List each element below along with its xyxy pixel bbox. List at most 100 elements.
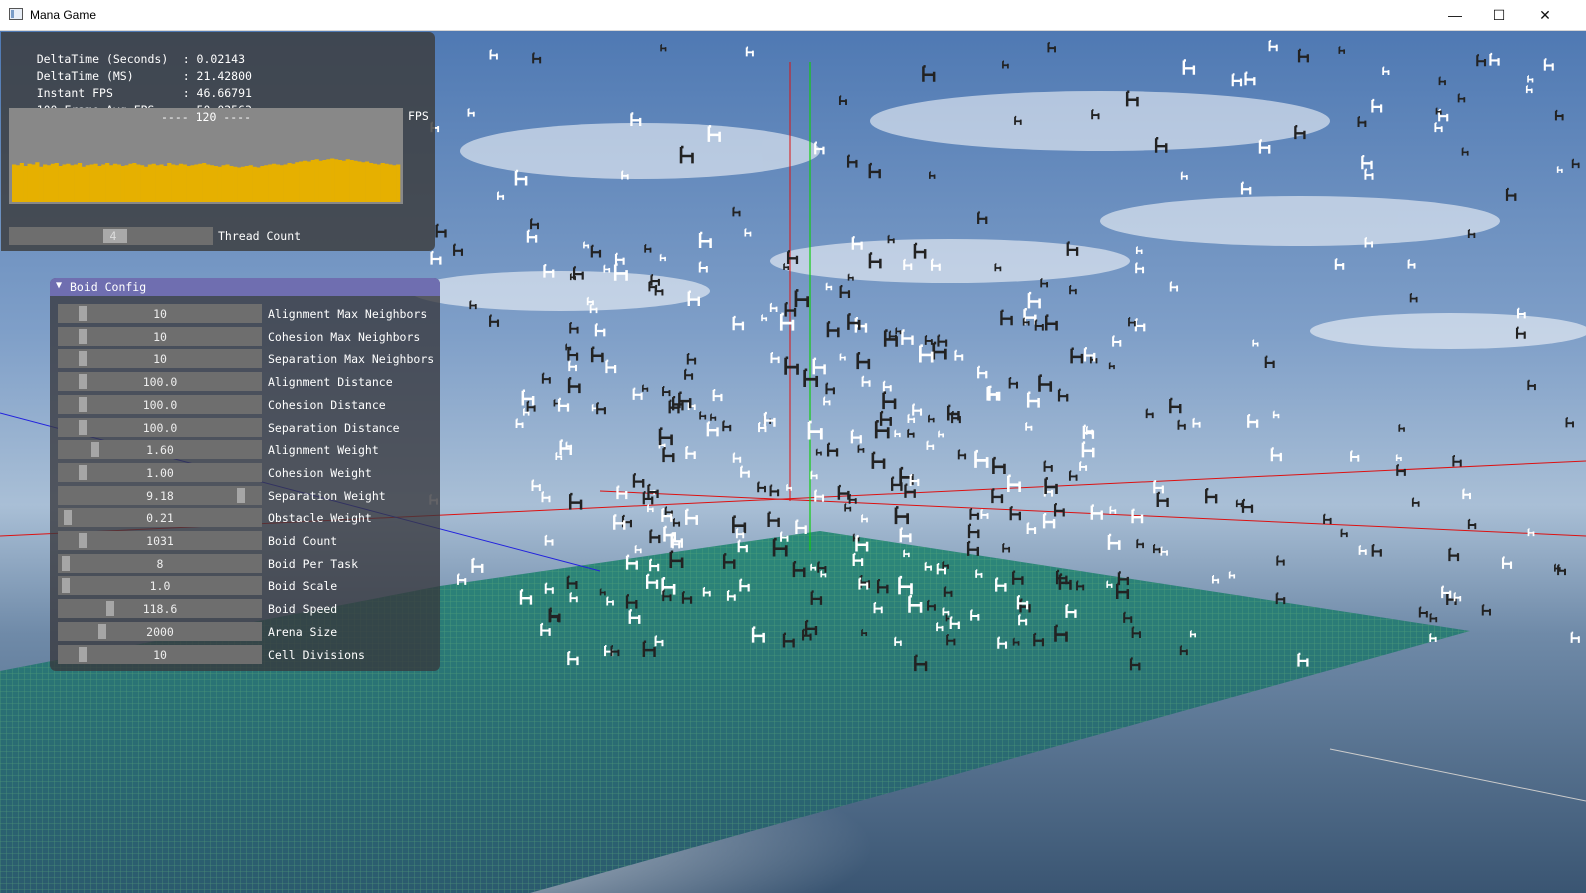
config-value: 118.6 [142, 602, 178, 617]
fps-bar [271, 163, 277, 202]
fps-bar [194, 164, 199, 202]
fps-bar [128, 163, 133, 202]
minimize-button[interactable]: — [1432, 0, 1478, 30]
fps-bar [264, 165, 269, 202]
fps-bar [15, 165, 21, 202]
fps-bar [357, 161, 362, 202]
config-slider[interactable]: 0.21 [58, 508, 262, 528]
config-slider[interactable]: 10 [58, 349, 262, 369]
fps-bar [124, 165, 129, 202]
fps-bar [314, 159, 319, 202]
config-slider[interactable]: 1.0 [58, 576, 262, 596]
config-value: 100.0 [142, 420, 178, 435]
fps-bar [244, 166, 249, 202]
boid-config-title: Boid Config [70, 280, 147, 294]
fps-bar [206, 164, 211, 202]
config-row: 100.0 Cohesion Distance [58, 394, 438, 414]
close-button[interactable]: ✕ [1522, 0, 1568, 30]
config-label: Boid Count [268, 534, 338, 548]
collapse-triangle-icon[interactable]: ▼ [56, 280, 62, 291]
fps-bar [182, 164, 187, 202]
config-slider[interactable]: 100.0 [58, 394, 262, 414]
fps-bar [120, 166, 125, 202]
config-row: 100.0 Alignment Distance [58, 372, 438, 392]
boid-config-header[interactable]: ▼ Boid Config [50, 278, 440, 296]
fps-bar [77, 163, 83, 202]
fps-bar [174, 165, 180, 202]
fps-bar [225, 164, 230, 202]
config-slider[interactable]: 10 [58, 326, 262, 346]
config-value: 10 [153, 352, 167, 367]
fps-bar [217, 166, 222, 202]
config-slider[interactable]: 8 [58, 553, 262, 573]
fps-bar [109, 165, 114, 202]
config-value: 1.0 [149, 579, 171, 594]
config-slider[interactable]: 100.0 [58, 417, 262, 437]
fps-bar [322, 160, 327, 202]
fps-bar [93, 163, 98, 202]
config-label: Cohesion Max Neighbors [268, 329, 421, 344]
window-titlebar: Mana Game — ☐ ✕ [0, 0, 1586, 31]
fps-bar [163, 166, 168, 202]
fps-bar [70, 165, 75, 202]
config-slider[interactable]: 100.0 [58, 372, 262, 392]
config-slider[interactable]: 118.6 [58, 599, 262, 619]
fps-bar [140, 165, 145, 202]
fps-bar [35, 162, 40, 202]
fps-bar [178, 163, 184, 202]
fps-bar [186, 166, 191, 202]
config-label: Boid Per Task [268, 556, 359, 571]
fps-bar [50, 163, 55, 202]
fps-bar [89, 164, 94, 202]
fps-bar [248, 165, 253, 202]
fps-bar [74, 164, 79, 202]
fps-bar [132, 163, 137, 202]
config-label: Alignment Max Neighbors [268, 307, 428, 321]
fps-bar [341, 160, 346, 202]
config-row: 1.00 Cohesion Weight [58, 462, 438, 482]
config-value: 9.18 [146, 488, 174, 503]
config-slider[interactable]: 10 [58, 304, 262, 323]
app-window-icon [9, 8, 23, 20]
config-value: 1.60 [146, 443, 174, 458]
config-slider[interactable]: 1031 [58, 531, 262, 550]
fps-bar [240, 166, 246, 202]
fps-bar [81, 166, 87, 202]
fps-histogram[interactable]: ---- 120 ---- [9, 108, 403, 204]
config-slider[interactable]: 9.18 [58, 485, 262, 505]
fps-bar [337, 160, 343, 202]
config-slider[interactable]: 10 [58, 644, 262, 664]
config-row: 2000 Arena Size [58, 621, 438, 641]
fps-bar [233, 166, 238, 202]
config-slider[interactable]: 2000 [58, 621, 262, 641]
config-slider[interactable]: 1.00 [58, 462, 262, 482]
fps-bar [396, 164, 401, 202]
fps-bar [229, 166, 234, 202]
fps-bar [256, 167, 261, 202]
config-label: Cell Divisions [268, 647, 365, 662]
fps-bar [380, 163, 385, 202]
config-value: 1031 [146, 534, 174, 548]
fps-bar [159, 164, 164, 202]
fps-bar [295, 162, 300, 202]
config-label: Obstacle Weight [268, 511, 372, 526]
maximize-button[interactable]: ☐ [1476, 0, 1522, 30]
fps-bar [283, 164, 288, 202]
fps-bar [112, 163, 118, 202]
config-row: 1.60 Alignment Weight [58, 440, 438, 460]
fps-bar [287, 163, 292, 202]
fps-bar [361, 162, 366, 202]
fps-bar [27, 163, 32, 202]
fps-bar [260, 166, 265, 202]
fps-bar [334, 159, 339, 202]
fps-bar [143, 166, 149, 202]
fps-bar [85, 165, 90, 202]
thread-count-label: Thread Count [218, 229, 302, 243]
config-row: 10 Separation Max Neighbors [58, 349, 438, 369]
fps-bar [275, 164, 281, 202]
fps-bar [291, 163, 296, 202]
config-value: 10 [153, 647, 167, 662]
config-slider[interactable]: 1.60 [58, 440, 262, 460]
fps-bar [318, 160, 323, 202]
thread-count-slider[interactable]: 4 [9, 227, 213, 245]
